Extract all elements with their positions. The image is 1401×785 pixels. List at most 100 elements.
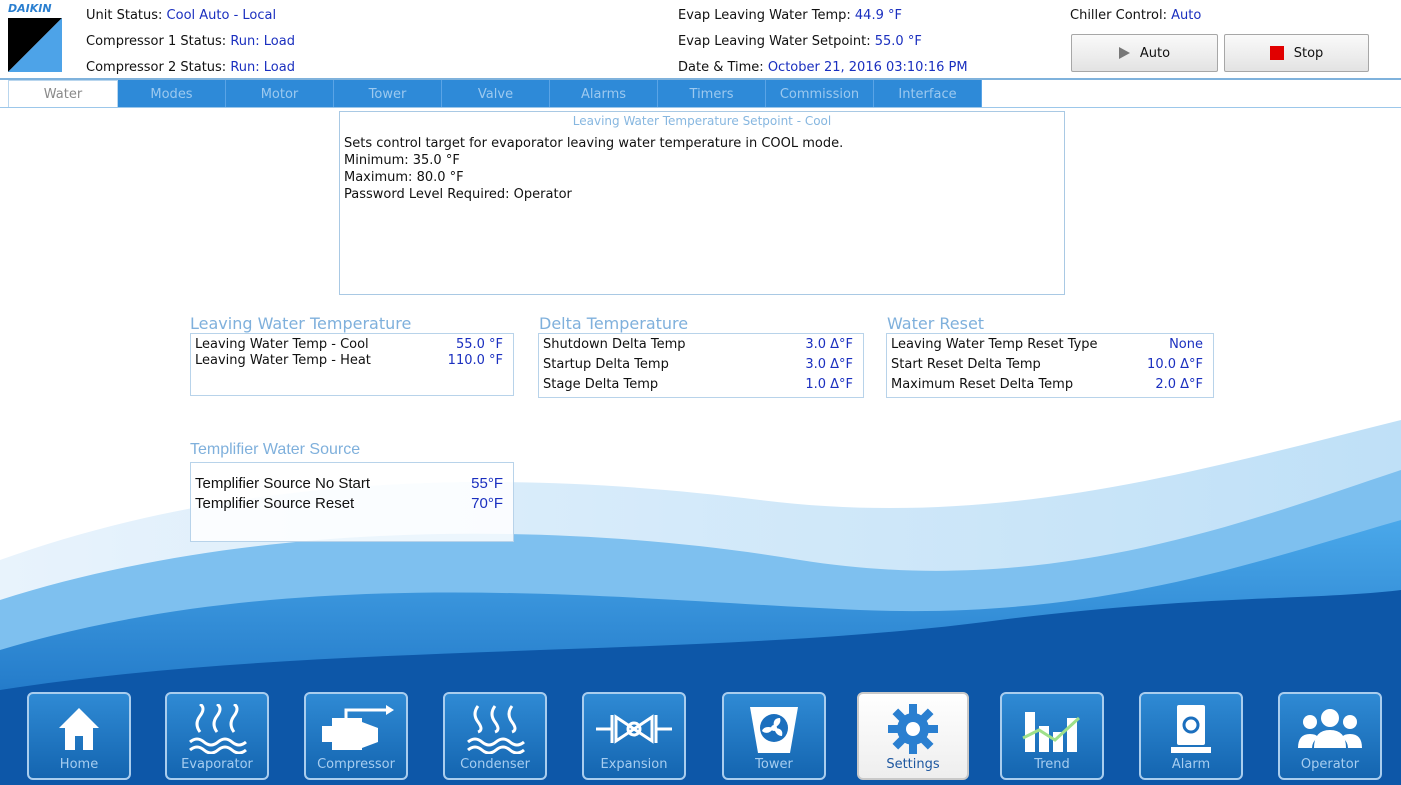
condenser-icon: [445, 700, 545, 758]
param-value[interactable]: 1.0 Δ°F: [805, 377, 853, 392]
nav-alarm-label: Alarm: [1171, 757, 1211, 772]
templifier-water-source-group: Templifier Source No Start 55°F Templifi…: [190, 462, 514, 542]
evap-lwt-label: Evap Leaving Water Temp:: [678, 8, 851, 23]
param-label: Start Reset Delta Temp: [891, 357, 1041, 372]
stop-button-label: Stop: [1293, 45, 1324, 61]
tab-interface-label: Interface: [898, 86, 957, 102]
unit-status-label: Unit Status:: [86, 8, 163, 23]
stop-icon: [1269, 46, 1284, 60]
param-row[interactable]: Templifier Source Reset 70°F: [191, 495, 513, 513]
chiller-control-value: Auto: [1171, 8, 1202, 23]
nav-condenser-button[interactable]: Condenser: [443, 692, 547, 780]
description-title: Leaving Water Temperature Setpoint - Coo…: [572, 114, 832, 128]
param-label: Startup Delta Temp: [543, 357, 669, 372]
daikin-logo: DAIKIN: [8, 2, 62, 72]
nav-trend-button[interactable]: Trend: [1000, 692, 1104, 780]
param-row[interactable]: Leaving Water Temp Reset Type None: [887, 337, 1213, 355]
evap-lwt-value: 44.9 °F: [854, 8, 902, 23]
water-reset-title: Water Reset: [887, 314, 985, 333]
leaving-water-temperature-title: Leaving Water Temperature: [190, 314, 412, 333]
nav-settings-label: Settings: [886, 757, 940, 772]
description-password-level: Password Level Required: Operator: [344, 187, 572, 202]
param-label: Leaving Water Temp Reset Type: [891, 337, 1098, 352]
param-value[interactable]: None: [1169, 337, 1203, 352]
compressor-1-status: Compressor 1 Status: Run: Load: [86, 34, 295, 49]
param-row[interactable]: Stage Delta Temp 1.0 Δ°F: [539, 377, 863, 395]
param-row[interactable]: Leaving Water Temp - Heat 110.0 °F: [191, 353, 513, 371]
param-value[interactable]: 3.0 Δ°F: [805, 357, 853, 372]
evap-leaving-water-setpoint: Evap Leaving Water Setpoint: 55.0 °F: [678, 34, 922, 49]
param-row[interactable]: Templifier Source No Start 55°F: [191, 475, 513, 493]
evap-leaving-water-temp: Evap Leaving Water Temp: 44.9 °F: [678, 8, 902, 23]
nav-settings-button[interactable]: Settings: [857, 692, 969, 780]
tab-interface[interactable]: Interface: [874, 80, 982, 108]
param-label: Leaving Water Temp - Cool: [195, 337, 369, 352]
settings-tab-bar: Water Modes Motor Tower Valve Alarms Tim…: [8, 80, 982, 108]
nav-home-button[interactable]: Home: [27, 692, 131, 780]
param-label: Templifier Source Reset: [195, 495, 355, 512]
evap-sp-value: 55.0 °F: [874, 34, 922, 49]
home-icon: [29, 700, 129, 758]
param-value[interactable]: 2.0 Δ°F: [1155, 377, 1203, 392]
tab-commission-label: Commission: [779, 86, 860, 102]
tab-tower[interactable]: Tower: [334, 80, 442, 108]
play-icon: [1118, 47, 1130, 59]
tab-timers[interactable]: Timers: [658, 80, 766, 108]
nav-operator-button[interactable]: Operator: [1278, 692, 1382, 780]
param-value[interactable]: 55°F: [471, 475, 503, 492]
auto-button[interactable]: Auto: [1071, 34, 1218, 72]
nav-tower-button[interactable]: Tower: [722, 692, 826, 780]
param-label: Maximum Reset Delta Temp: [891, 377, 1074, 392]
param-label: Templifier Source No Start: [195, 475, 371, 492]
param-value[interactable]: 110.0 °F: [448, 353, 503, 368]
compressor-1-label: Compressor 1 Status:: [86, 34, 227, 49]
compressor-2-label: Compressor 2 Status:: [86, 60, 227, 75]
nav-home-label: Home: [59, 757, 99, 772]
delta-temperature-title: Delta Temperature: [539, 314, 689, 333]
param-label: Leaving Water Temp - Heat: [195, 353, 371, 368]
compressor-1-value: Run: Load: [230, 34, 295, 49]
param-row[interactable]: Startup Delta Temp 3.0 Δ°F: [539, 357, 863, 375]
nav-alarm-button[interactable]: Alarm: [1139, 692, 1243, 780]
param-value[interactable]: 10.0 Δ°F: [1147, 357, 1203, 372]
description-minimum: Minimum: 35.0 °F: [344, 153, 460, 168]
leaving-water-temperature-group: Leaving Water Temp - Cool 55.0 °F Leavin…: [190, 333, 514, 396]
tab-modes-label: Modes: [150, 86, 193, 102]
chiller-control: Chiller Control: Auto: [1070, 8, 1201, 23]
nav-trend-label: Trend: [1034, 757, 1070, 772]
unit-status: Unit Status: Cool Auto - Local: [86, 8, 276, 23]
tab-valve[interactable]: Valve: [442, 80, 550, 108]
param-row[interactable]: Start Reset Delta Temp 10.0 Δ°F: [887, 357, 1213, 375]
nav-expansion-button[interactable]: Expansion: [582, 692, 686, 780]
tab-alarms[interactable]: Alarms: [550, 80, 658, 108]
tab-water[interactable]: Water: [8, 80, 118, 108]
date-time: Date & Time: October 21, 2016 03:10:16 P…: [678, 60, 968, 75]
param-label: Shutdown Delta Temp: [543, 337, 686, 352]
tab-commission[interactable]: Commission: [766, 80, 874, 108]
param-value[interactable]: 55.0 °F: [456, 337, 503, 352]
chiller-control-label: Chiller Control:: [1070, 8, 1167, 23]
tab-motor-label: Motor: [260, 86, 299, 102]
auto-button-label: Auto: [1139, 45, 1171, 61]
param-value[interactable]: 70°F: [471, 495, 503, 512]
trend-chart-icon: [1002, 700, 1102, 758]
param-label: Stage Delta Temp: [543, 377, 659, 392]
tab-divider: [0, 107, 1401, 108]
param-value[interactable]: 3.0 Δ°F: [805, 337, 853, 352]
tab-tower-label: Tower: [368, 86, 407, 102]
tab-modes[interactable]: Modes: [118, 80, 226, 108]
nav-tower-label: Tower: [755, 757, 793, 772]
nav-evaporator-button[interactable]: Evaporator: [165, 692, 269, 780]
tab-motor[interactable]: Motor: [226, 80, 334, 108]
param-row[interactable]: Maximum Reset Delta Temp 2.0 Δ°F: [887, 377, 1213, 395]
users-icon: [1280, 700, 1380, 758]
evap-sp-label: Evap Leaving Water Setpoint:: [678, 34, 871, 49]
templifier-water-source-title: Templifier Water Source: [190, 441, 361, 458]
evaporator-icon: [167, 700, 267, 758]
param-row[interactable]: Shutdown Delta Temp 3.0 Δ°F: [539, 337, 863, 355]
tab-water-label: Water: [43, 87, 83, 102]
expansion-valve-icon: [584, 700, 684, 758]
stop-button[interactable]: Stop: [1224, 34, 1369, 72]
compressor-icon: [306, 700, 406, 758]
nav-compressor-button[interactable]: Compressor: [304, 692, 408, 780]
